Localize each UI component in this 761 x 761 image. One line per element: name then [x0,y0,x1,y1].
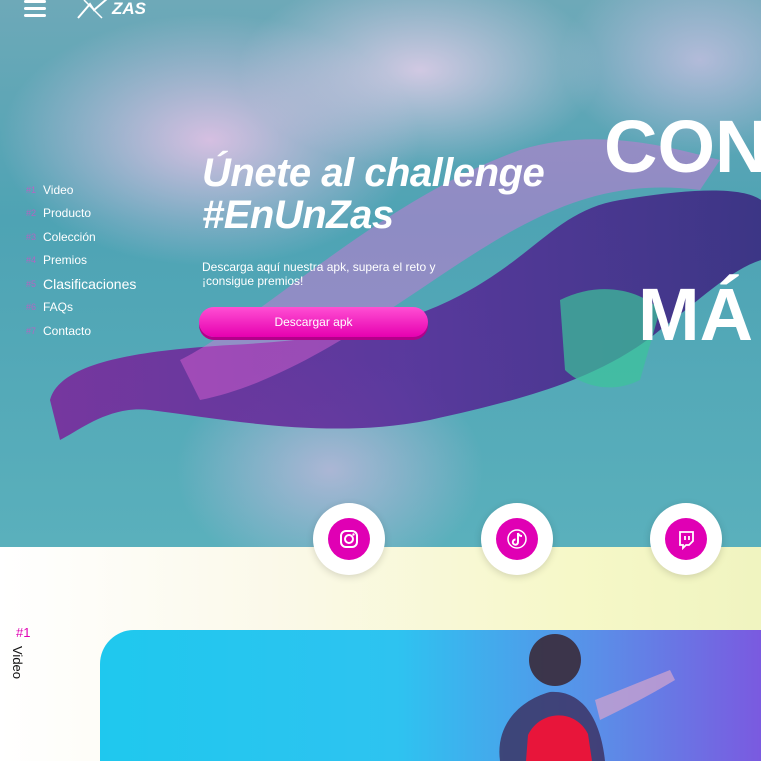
nav-item-number: #6 [26,302,37,313]
nav-item-video[interactable]: #1 Video [26,178,136,202]
site-logo[interactable]: ZAS [76,0,146,20]
section-nav: #1 Video #2 Producto #3 Colección #4 Pre… [26,178,136,343]
hero-big-text-2: MÁ [638,273,754,356]
nav-item-number: #2 [26,208,37,219]
hero-title-line-1: Únete al challenge [202,151,545,195]
nav-item-number: #4 [26,255,37,266]
nav-item-producto[interactable]: #2 Producto [26,202,136,226]
star-burst-icon [77,0,108,19]
download-apk-button[interactable]: Descargar apk [199,307,428,337]
nav-item-contacto[interactable]: #7 Contacto [26,319,136,343]
hero-title-line-2: #EnUnZas [202,193,394,237]
hero-subtitle: Descarga aquí nuestra apk, supera el ret… [202,260,436,288]
nav-item-label: Producto [43,206,92,221]
nav-item-label: Contacto [43,323,92,338]
nav-item-label: Video [43,182,74,197]
instagram-button[interactable] [313,503,385,575]
nav-item-number: #5 [26,278,37,289]
nav-item-number: #3 [26,231,37,242]
tiktok-button[interactable] [481,503,553,575]
nav-item-label: Premios [43,253,88,268]
instagram-icon [340,530,358,548]
nav-item-premios[interactable]: #4 Premios [26,249,136,273]
video-player[interactable] [100,630,761,761]
nav-item-faqs[interactable]: #6 FAQs [26,296,136,320]
tiktok-icon [507,529,527,549]
logo-text: ZAS [112,0,146,18]
twitch-button[interactable] [650,503,722,575]
nav-item-coleccion[interactable]: #3 Colección [26,225,136,249]
nav-item-label: Clasificaciones [43,275,137,292]
nav-item-label: FAQs [43,300,74,315]
nav-item-label: Colección [43,229,96,244]
nav-item-clasificaciones[interactable]: #5 Clasificaciones [26,272,136,296]
hero-title: Únete al challenge #EnUnZas [202,151,545,237]
nav-item-number: #7 [26,325,37,336]
hero-big-text-1: CON [604,105,761,188]
menu-button[interactable] [24,0,48,17]
hamburger-icon [24,0,46,3]
section-number: #1 [16,625,31,640]
nav-item-number: #1 [26,184,37,195]
twitch-icon [679,531,694,550]
section-label: Video [10,646,25,680]
dancer-image [499,634,675,761]
hero-section: ZAS #1 Video #2 Producto #3 Colección #4… [0,0,761,547]
